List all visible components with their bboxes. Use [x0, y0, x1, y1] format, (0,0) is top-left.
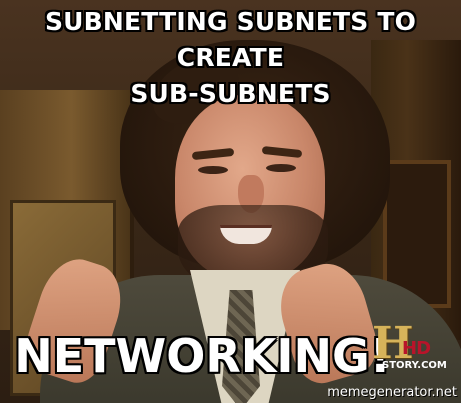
left-eye: [198, 166, 228, 174]
right-eye: [266, 164, 296, 172]
top-caption: SUBNETTING SUBNETS TO CREATE SUB-SUBNETS: [0, 4, 461, 112]
meme-image: SUBNETTING SUBNETS TO CREATE SUB-SUBNETS…: [0, 0, 461, 403]
logo-site-text: STORY.COM: [382, 360, 447, 371]
bottom-caption: NETWORKING!: [14, 329, 391, 383]
top-caption-line-1: SUBNETTING SUBNETS TO CREATE: [44, 7, 417, 72]
watermark-credit: memegenerator.net: [327, 385, 457, 400]
logo-hd-badge: HD: [402, 338, 431, 359]
history-hd-logo: H HD STORY.COM: [372, 322, 452, 378]
top-caption-line-2: SUB-SUBNETS: [130, 79, 331, 108]
